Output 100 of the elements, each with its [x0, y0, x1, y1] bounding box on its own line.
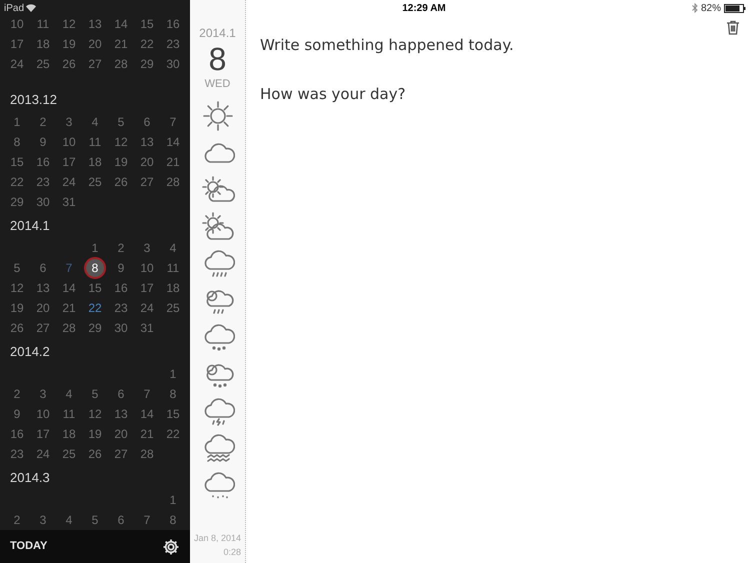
calendar-day[interactable]: 21	[140, 424, 154, 444]
calendar-day[interactable]: 26	[88, 444, 102, 464]
calendar-day[interactable]: 7	[144, 384, 150, 404]
settings-icon[interactable]	[162, 538, 180, 556]
calendar-day[interactable]: 17	[36, 424, 50, 444]
calendar-day[interactable]: 28	[140, 444, 154, 464]
calendar-day[interactable]: 29	[10, 192, 24, 212]
calendar-day[interactable]: 13	[88, 14, 102, 34]
calendar-day[interactable]: 27	[114, 444, 128, 464]
calendar-day[interactable]: 1	[92, 238, 98, 258]
calendar-day[interactable]: 22	[140, 34, 154, 54]
calendar-day[interactable]: 21	[62, 298, 76, 318]
calendar-day[interactable]: 26	[10, 318, 24, 338]
calendar-day[interactable]: 18	[62, 424, 76, 444]
calendar-day[interactable]: 3	[144, 238, 150, 258]
calendar-day[interactable]: 25	[36, 54, 50, 74]
calendar-day[interactable]: 24	[140, 298, 154, 318]
calendar-day[interactable]: 6	[118, 384, 124, 404]
calendar-day[interactable]: 17	[62, 152, 76, 172]
calendar-day[interactable]: 11	[62, 404, 76, 424]
selected-day[interactable]: 8	[84, 257, 106, 279]
calendar-day[interactable]: 31	[140, 318, 154, 338]
calendar-day[interactable]: 19	[88, 424, 102, 444]
calendar-day[interactable]: 22	[88, 298, 102, 318]
calendar-day[interactable]: 25	[166, 298, 180, 318]
calendar-day[interactable]: 28	[62, 318, 76, 338]
calendar-day[interactable]: 28	[166, 172, 180, 192]
calendar-day[interactable]: 14	[166, 132, 180, 152]
calendar-day[interactable]: 15	[140, 14, 154, 34]
calendar-day[interactable]: 16	[10, 424, 24, 444]
calendar-day[interactable]: 11	[166, 258, 180, 278]
calendar-day[interactable]: 8	[14, 132, 20, 152]
calendar-day[interactable]: 5	[92, 384, 98, 404]
calendar-day[interactable]: 24	[10, 54, 24, 74]
calendar-day[interactable]: 30	[36, 192, 50, 212]
calendar-day[interactable]: 8	[170, 510, 176, 530]
calendar-day[interactable]: 17	[140, 278, 154, 298]
calendar-day[interactable]: 23	[166, 34, 180, 54]
calendar-day[interactable]: 14	[114, 14, 128, 34]
calendar-day[interactable]: 4	[66, 510, 72, 530]
calendar-day[interactable]: 18	[36, 34, 50, 54]
calendar-day[interactable]: 9	[14, 404, 20, 424]
calendar-day[interactable]: 12	[114, 132, 128, 152]
calendar-day[interactable]: 12	[10, 278, 24, 298]
calendar-day[interactable]: 19	[62, 34, 76, 54]
calendar-day[interactable]: 24	[36, 444, 50, 464]
calendar-day[interactable]: 18	[88, 152, 102, 172]
calendar-day[interactable]: 4	[66, 384, 72, 404]
calendar-day[interactable]: 1	[170, 490, 176, 510]
calendar-day[interactable]: 16	[114, 278, 128, 298]
calendar-day[interactable]: 2	[40, 112, 46, 132]
calendar-day[interactable]: 21	[166, 152, 180, 172]
calendar-day[interactable]: 20	[114, 424, 128, 444]
calendar-day[interactable]: 20	[140, 152, 154, 172]
calendar-day[interactable]: 14	[62, 278, 76, 298]
calendar-day[interactable]: 3	[66, 112, 72, 132]
calendar-day[interactable]: 28	[114, 54, 128, 74]
calendar-day[interactable]: 29	[88, 318, 102, 338]
calendar-day[interactable]: 30	[166, 54, 180, 74]
calendar-day[interactable]: 4	[92, 112, 98, 132]
calendar-day[interactable]: 26	[62, 54, 76, 74]
calendar-day[interactable]: 1	[170, 364, 176, 384]
calendar-day[interactable]: 7	[144, 510, 150, 530]
calendar-day[interactable]: 22	[166, 424, 180, 444]
calendar-day[interactable]: 9	[118, 258, 124, 278]
calendar-day[interactable]: 23	[36, 172, 50, 192]
calendar-day[interactable]: 22	[10, 172, 24, 192]
calendar-day[interactable]: 5	[14, 258, 20, 278]
calendar-day[interactable]: 15	[10, 152, 24, 172]
calendar-day[interactable]: 25	[62, 444, 76, 464]
calendar-day[interactable]: 29	[140, 54, 154, 74]
calendar-day[interactable]: 12	[62, 14, 76, 34]
calendar-day[interactable]: 2	[14, 510, 20, 530]
calendar-day[interactable]: 20	[88, 34, 102, 54]
calendar-day[interactable]: 11	[36, 14, 50, 34]
calendar-day[interactable]: 8	[170, 384, 176, 404]
calendar-day[interactable]: 10	[140, 258, 154, 278]
calendar-day[interactable]: 18	[166, 278, 180, 298]
calendar-day[interactable]: 14	[140, 404, 154, 424]
calendar-day[interactable]: 10	[36, 404, 50, 424]
calendar-day[interactable]: 11	[88, 132, 102, 152]
calendar-day[interactable]: 23	[114, 298, 128, 318]
calendar-day[interactable]: 1	[14, 112, 20, 132]
calendar-day[interactable]: 12	[88, 404, 102, 424]
calendar-day[interactable]: 31	[62, 192, 76, 212]
calendar-day[interactable]: 27	[140, 172, 154, 192]
trash-icon[interactable]	[726, 20, 740, 35]
calendar-day[interactable]: 19	[10, 298, 24, 318]
calendar-day[interactable]: 3	[40, 384, 46, 404]
entry-text[interactable]: Write something happened today.	[260, 34, 750, 56]
calendar-day[interactable]: 5	[118, 112, 124, 132]
calendar-day[interactable]: 13	[140, 132, 154, 152]
calendar-day[interactable]: 6	[118, 510, 124, 530]
calendar-day[interactable]: 9	[40, 132, 46, 152]
calendar-day[interactable]: 13	[114, 404, 128, 424]
calendar-day[interactable]: 23	[10, 444, 24, 464]
calendar-day[interactable]: 27	[36, 318, 50, 338]
calendar-day[interactable]: 2	[14, 384, 20, 404]
sun-icon[interactable]	[200, 98, 234, 132]
entry-text[interactable]: How was your day?	[260, 82, 750, 105]
